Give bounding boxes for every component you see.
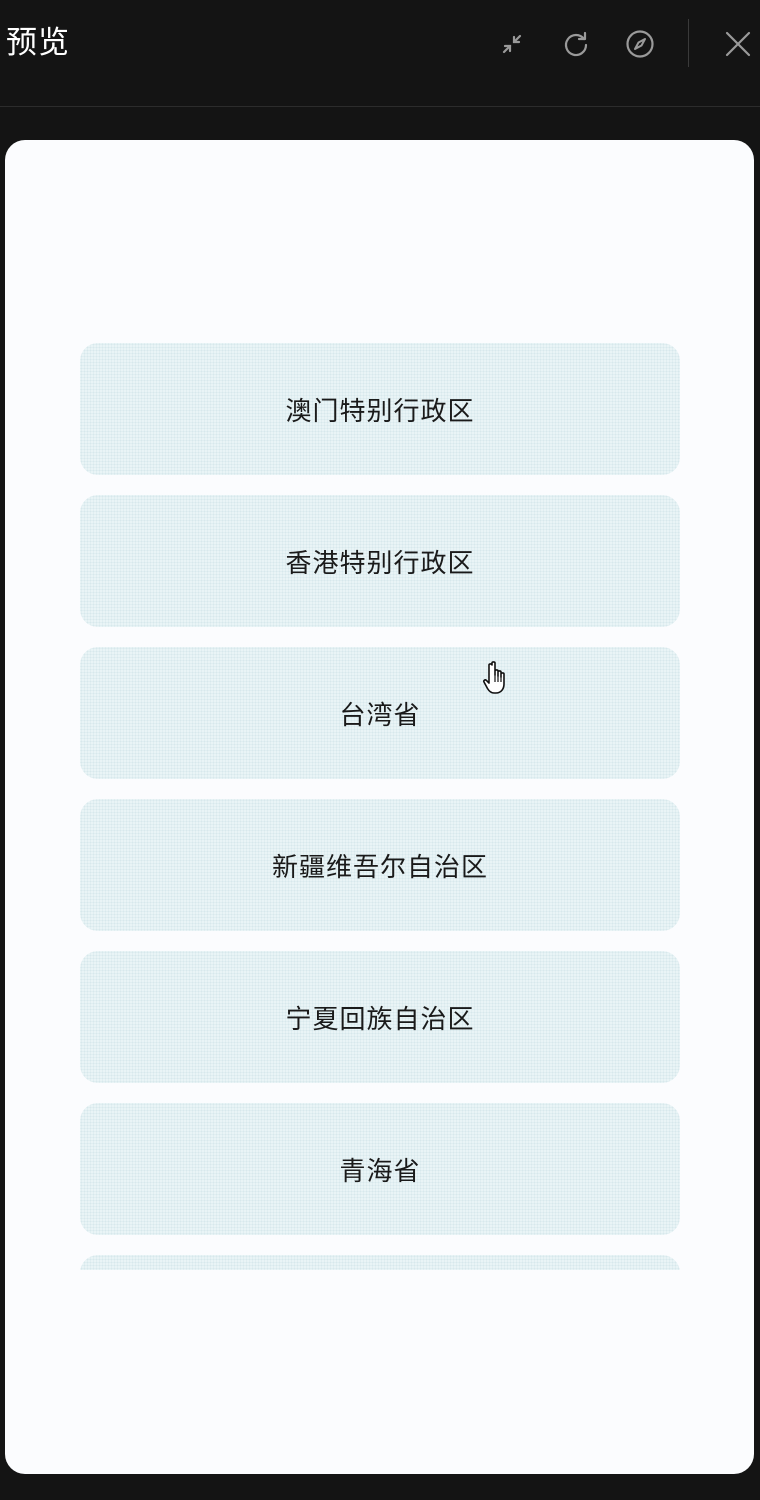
region-item-label: 香港特别行政区 [285, 548, 475, 579]
region-item-qinghai[interactable]: 青海省 [80, 1103, 680, 1235]
region-item-hong-kong[interactable]: 香港特别行政区 [80, 495, 680, 627]
region-item-label: 台湾省 [339, 700, 421, 731]
preview-sheet: 澳门特别行政区 香港特别行政区 台湾省 新疆维吾尔自治区 宁夏回族自治区 青海省 [5, 140, 754, 1474]
toolbar-divider [688, 19, 689, 67]
top-bar: 预览 [0, 0, 760, 107]
refresh-icon[interactable] [556, 24, 596, 64]
region-item-next[interactable] [80, 1255, 680, 1270]
region-item-label: 宁夏回族自治区 [285, 1004, 475, 1035]
compass-icon[interactable] [620, 24, 660, 64]
region-item-macau[interactable]: 澳门特别行政区 [80, 343, 680, 475]
region-item-label: 澳门特别行政区 [285, 396, 475, 427]
close-icon[interactable] [718, 24, 758, 64]
region-item-xinjiang[interactable]: 新疆维吾尔自治区 [80, 799, 680, 931]
region-picker[interactable]: 澳门特别行政区 香港特别行政区 台湾省 新疆维吾尔自治区 宁夏回族自治区 青海省 [80, 340, 680, 1270]
page-title: 预览 [6, 25, 70, 61]
collapse-icon[interactable] [492, 24, 532, 64]
region-item-label: 青海省 [339, 1156, 421, 1187]
region-item-ningxia[interactable]: 宁夏回族自治区 [80, 951, 680, 1083]
region-item-taiwan[interactable]: 台湾省 [80, 647, 680, 779]
region-item-label: 新疆维吾尔自治区 [271, 852, 488, 883]
